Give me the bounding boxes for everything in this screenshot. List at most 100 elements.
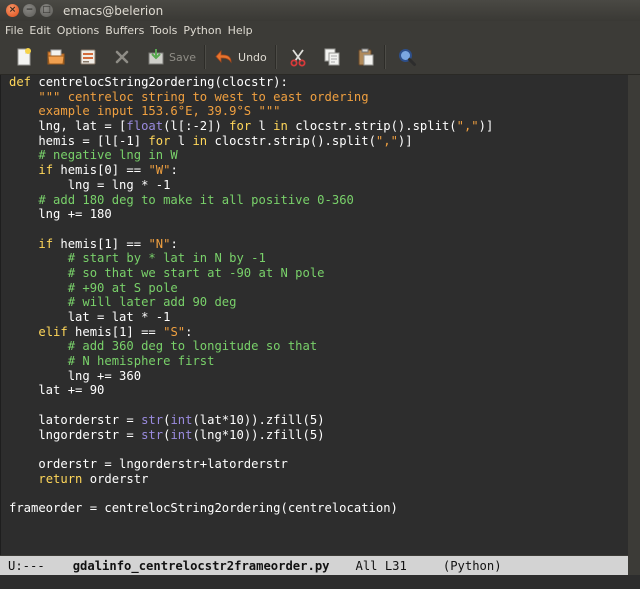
folder-open-icon: [47, 49, 65, 65]
code-line[interactable]: # so that we start at -90 at N pole: [9, 266, 629, 281]
code-line[interactable]: [9, 222, 629, 237]
code-line[interactable]: frameorder = centrelocString2ordering(ce…: [9, 501, 629, 516]
maximize-window-icon[interactable]: □: [40, 4, 53, 17]
code-line[interactable]: lat = lat * -1: [9, 310, 629, 325]
cursor-position: All L31: [355, 558, 407, 573]
code-token: int: [170, 412, 193, 427]
code-token: # so that we start at -90 at N pole: [67, 265, 325, 280]
code-token: (lat*10)).zfill(5): [192, 412, 325, 427]
code-token: :: [170, 236, 178, 251]
code-token: hemis[1] ==: [53, 236, 149, 251]
scrollbar[interactable]: [628, 75, 640, 555]
code-line[interactable]: latorderstr = str(int(lat*10)).zfill(5): [9, 413, 629, 428]
code-token: str: [141, 427, 164, 442]
code-token: orderstr = lngorderstr+latorderstr: [9, 456, 288, 471]
code-token: hemis[0] ==: [53, 163, 149, 178]
menu-python[interactable]: Python: [183, 24, 221, 37]
code-line[interactable]: # N hemisphere first: [9, 354, 629, 369]
code-area[interactable]: def centrelocString2ordering(clocstr): "…: [1, 75, 629, 516]
code-line[interactable]: # will later add 90 deg: [9, 295, 629, 310]
minibuffer[interactable]: [0, 575, 640, 589]
code-token: latorderstr =: [9, 412, 142, 427]
toolbar-separator: [383, 45, 385, 69]
code-token: hemis = [l[-1]: [9, 133, 149, 148]
code-token: # N hemisphere first: [67, 354, 215, 369]
minimize-window-icon[interactable]: −: [23, 4, 36, 17]
code-line[interactable]: # start by * lat in N by -1: [9, 251, 629, 266]
code-line[interactable]: lng += 360: [9, 369, 629, 384]
menu-edit[interactable]: Edit: [29, 24, 50, 37]
code-line[interactable]: """ centreloc string to west to east ord…: [9, 90, 629, 105]
code-line[interactable]: [9, 398, 629, 413]
code-line[interactable]: [9, 486, 629, 501]
code-token: orderstr: [82, 471, 149, 486]
code-line[interactable]: if hemis[0] == "W":: [9, 163, 629, 178]
new-file-button[interactable]: [14, 43, 34, 71]
menu-bar: File Edit Options Buffers Tools Python H…: [0, 21, 640, 40]
code-line[interactable]: hemis = [l[-1] for l in clocstr.strip().…: [9, 134, 629, 149]
code-token: # +90 at S pole: [67, 280, 178, 295]
code-token: ",": [375, 133, 398, 148]
copy-icon: [324, 48, 340, 66]
code-line[interactable]: example input 153.6°E, 39.9°S """: [9, 104, 629, 119]
editor-buffer[interactable]: def centrelocString2ordering(clocstr): "…: [0, 75, 629, 555]
search-icon: [398, 49, 416, 66]
code-line[interactable]: lngorderstr = str(int(lng*10)).zfill(5): [9, 428, 629, 443]
code-line[interactable]: if hemis[1] == "N":: [9, 237, 629, 252]
code-token: "N": [148, 236, 171, 251]
buffer-filename: gdalinfo_centrelocstr2frameorder.py: [72, 558, 330, 573]
code-line[interactable]: # add 180 deg to make it all positive 0-…: [9, 193, 629, 208]
code-token: # will later add 90 deg: [67, 295, 237, 310]
code-token: str: [141, 412, 164, 427]
code-line[interactable]: lng += 180: [9, 207, 629, 222]
open-file-button[interactable]: [46, 43, 66, 71]
code-token: :: [170, 163, 178, 178]
code-line[interactable]: orderstr = lngorderstr+latorderstr: [9, 457, 629, 472]
code-line[interactable]: # +90 at S pole: [9, 281, 629, 296]
code-token: "S": [163, 324, 186, 339]
menu-file[interactable]: File: [5, 24, 23, 37]
menu-options[interactable]: Options: [57, 24, 99, 37]
code-line[interactable]: lng = lng * -1: [9, 178, 629, 193]
code-line[interactable]: # negative lng in W: [9, 148, 629, 163]
menu-help[interactable]: Help: [228, 24, 253, 37]
menu-tools[interactable]: Tools: [150, 24, 177, 37]
code-line[interactable]: lng, lat = [float(l[:-2]) for l in clocs…: [9, 119, 629, 134]
buffer-status: U:---: [8, 558, 45, 573]
menu-buffers[interactable]: Buffers: [105, 24, 144, 37]
code-line[interactable]: return orderstr: [9, 472, 629, 487]
dired-button[interactable]: [78, 43, 98, 71]
code-line[interactable]: [9, 442, 629, 457]
cut-button[interactable]: [288, 43, 308, 71]
save-button[interactable]: Save: [146, 43, 196, 71]
code-token: :: [185, 324, 193, 339]
close-window-icon[interactable]: ×: [6, 4, 19, 17]
major-mode: (Python): [442, 558, 502, 573]
code-line[interactable]: lat += 90: [9, 383, 629, 398]
code-token: for: [148, 133, 171, 148]
undo-arrow-icon: [215, 49, 232, 64]
copy-button[interactable]: [322, 43, 342, 71]
save-label: Save: [169, 50, 197, 64]
code-token: example input 153.6°E, 39.9°S """: [38, 104, 281, 119]
paste-button[interactable]: [356, 43, 376, 71]
code-token: l: [170, 133, 193, 148]
code-line[interactable]: # add 360 deg to longitude so that: [9, 339, 629, 354]
code-line[interactable]: def centrelocString2ordering(clocstr):: [9, 75, 629, 90]
undo-button[interactable]: Undo: [215, 43, 267, 71]
code-token: ",": [456, 119, 479, 134]
code-token: hemis[1] ==: [67, 324, 164, 339]
save-icon: [148, 49, 164, 65]
code-line[interactable]: elif hemis[1] == "S":: [9, 325, 629, 340]
close-buffer-button[interactable]: [112, 43, 132, 71]
code-token: lat = lat * -1: [9, 310, 171, 324]
code-token: elif: [38, 324, 68, 339]
code-token: centrelocString2ordering(clocstr):: [38, 75, 288, 89]
search-button[interactable]: [397, 43, 417, 71]
